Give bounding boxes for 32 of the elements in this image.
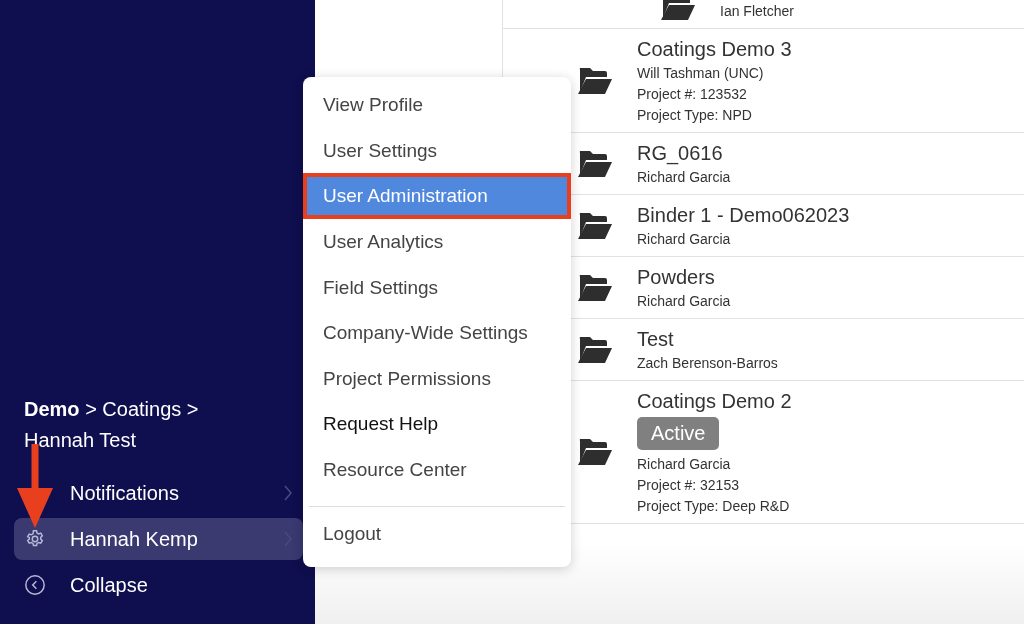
nav-item[interactable]: Collapse (14, 564, 303, 606)
project-detail: Project #: 32153 (637, 476, 739, 495)
project-title: RG_0616 (637, 141, 723, 167)
project-title: Powders (637, 265, 715, 290)
project-title: Coatings Demo 2 (637, 389, 792, 414)
folder-icon (577, 272, 613, 303)
project-detail: Zach Berenson-Barros (637, 354, 778, 373)
project-title: Binder 1 - Demo062023 (637, 203, 850, 228)
project-detail: Richard Garcia (637, 168, 731, 187)
project-detail: Ian Fletcher (720, 1, 794, 21)
status-badge: Active (637, 417, 720, 450)
project-detail: Richard Garcia (637, 455, 731, 474)
folder-icon (577, 437, 613, 467)
project-detail: Richard Garcia (637, 292, 731, 311)
folder-icon (660, 0, 696, 22)
project-row[interactable]: Ian Fletcher (503, 0, 1024, 29)
breadcrumb: Demo > Coatings > Hannah Test (23, 397, 200, 453)
project-title: Coatings Demo 3 (637, 37, 792, 62)
folder-icon (577, 65, 613, 96)
project-detail: Richard Garcia (637, 230, 731, 249)
nav-item[interactable]: Hannah Kemp (14, 518, 303, 560)
back-circle-icon (24, 574, 46, 596)
chevron-right-icon (283, 484, 293, 502)
project-title: Test (637, 327, 674, 352)
folder-icon (577, 210, 613, 241)
folder-icon (577, 334, 613, 365)
project-detail: Project Type: NPD (637, 106, 752, 125)
project-detail: Will Tashman (UNC) (637, 64, 764, 83)
project-detail: Project #: 123532 (637, 85, 747, 104)
folder-icon (577, 148, 613, 179)
nav-item[interactable]: Notifications (14, 472, 303, 514)
project-detail: Project Type: Deep R&D (637, 497, 790, 516)
